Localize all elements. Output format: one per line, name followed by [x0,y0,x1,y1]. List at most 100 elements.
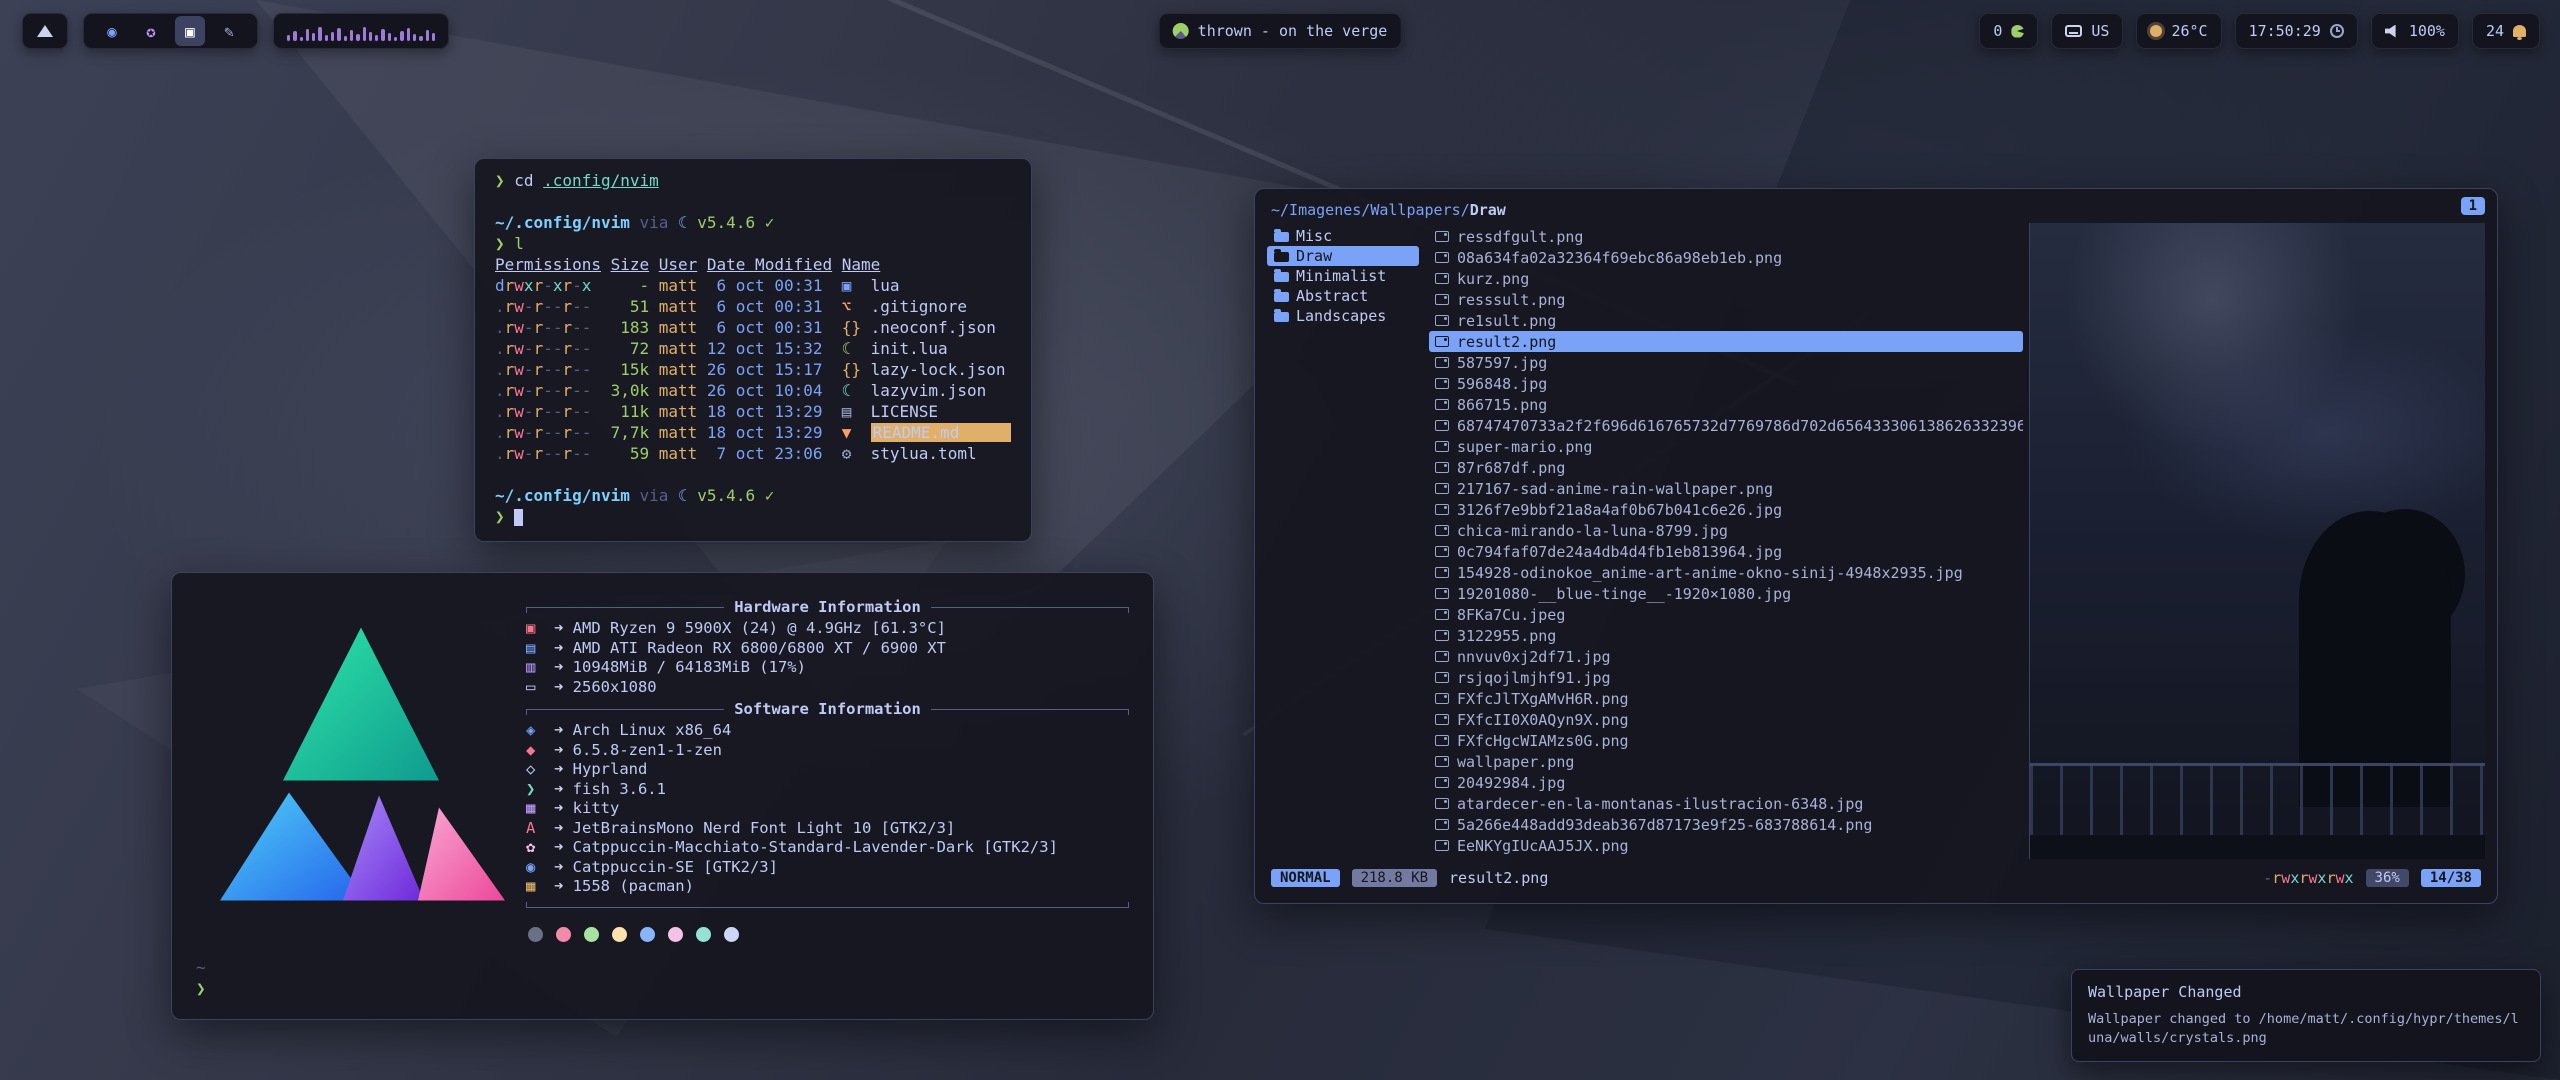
file-list-item[interactable]: 3122955.png [1429,625,2023,646]
file-size: - [601,276,649,295]
file-list-item[interactable]: resssult.png [1429,289,2023,310]
file-type-icon: ▣ [842,276,871,295]
ls-file-row: .rw-r--r-- 72 matt 12 oct 15:32 ☾ init.l… [495,339,1011,360]
workspace-switcher: ◉ ✪ ▣ ✎ [83,13,258,49]
folder-name: Minimalist [1296,267,1386,285]
file-name: 596848.jpg [1457,375,1547,393]
image-file-icon [1435,252,1449,263]
file-list-item[interactable]: rsjqojlmjhf91.jpg [1429,667,2023,688]
workspace-button[interactable]: ◉ [97,16,127,46]
workspace-button[interactable]: ✎ [214,16,244,46]
file-name: nnvuv0xj2df71.jpg [1457,648,1611,666]
sidebar-folder-item[interactable]: Minimalist [1267,266,1419,286]
spec-value: 10948MiB / 64183MiB (17%) [573,658,806,676]
image-file-icon [1435,546,1449,557]
workspace-button[interactable]: ▣ [175,16,205,46]
file-list-item[interactable]: 87r687df.png [1429,457,2023,478]
input-line[interactable]: ❯ [495,507,1011,528]
weather-pill[interactable]: 26°C [2136,13,2221,49]
spec-icon: ▭ [526,678,545,696]
file-list-item[interactable]: EeNKYgIUcAAJ5JX.png [1429,835,2023,856]
fetch-info-row: ▥ ➜ 10948MiB / 64183MiB (17%) [526,658,1129,678]
file-type-icon: {} [842,318,871,337]
file-name: 217167-sad-anime-rain-wallpaper.png [1457,480,1773,498]
file-list-item[interactable]: 3126f7e9bbf21a8a4af0b67b041c6e26.jpg [1429,499,2023,520]
file-type-icon: ⌥ [842,297,871,316]
spec-value: AMD ATI Radeon RX 6800/6800 XT / 6900 XT [573,639,946,657]
file-list-item[interactable]: 8FKa7Cu.jpeg [1429,604,2023,625]
file-list[interactable]: ressdfgult.png 08a634fa02a32364f69ebc86a… [1419,223,2029,859]
file-list-item[interactable]: 19201080-__blue-tinge__-1920×1080.jpg [1429,583,2023,604]
spec-icon: A [526,819,545,837]
file-list-item[interactable]: 68747470733a2f2f696d616765732d7769786d70… [1429,415,2023,436]
file-list-item[interactable]: 154928-odinokoe_anime-art-anime-okno-sin… [1429,562,2023,583]
sidebar-folder-item[interactable]: Draw [1267,246,1419,266]
ls-table-header: Permissions Size User Date Modified Name [495,255,1011,276]
clock-pill[interactable]: 17:50:29 [2235,13,2358,49]
cursor-position-badge: 14/38 [2421,869,2481,887]
file-list-item[interactable]: atardecer-en-la-montanas-ilustracion-634… [1429,793,2023,814]
file-list-item[interactable]: FXfcHgcWIAMzs0G.png [1429,730,2023,751]
launcher-button[interactable] [22,13,68,49]
file-list-item[interactable]: 596848.jpg [1429,373,2023,394]
lua-version: v5.4.6 [697,486,755,505]
file-name: 866715.png [1457,396,1547,414]
file-owner: matt [659,402,698,421]
fetch-info-row: ▤ ➜ AMD ATI Radeon RX 6800/6800 XT / 690… [526,639,1129,659]
image-file-icon [1435,462,1449,473]
file-list-item[interactable]: 217167-sad-anime-rain-wallpaper.png [1429,478,2023,499]
file-list-item[interactable]: kurz.png [1429,268,2023,289]
media-player-pill[interactable]: thrown - on the verge [1159,13,1402,49]
file-list-item[interactable]: FXfcII0X0AQyn9X.png [1429,709,2023,730]
software-section-header: Software Information [526,699,1129,719]
file-name: lazy-lock.json [871,360,1011,379]
file-manager-window: ~/Imagenes/Wallpapers/ Draw 1 Misc Draw … [1254,188,2498,904]
file-list-item[interactable]: re1sult.png [1429,310,2023,331]
visualizer [287,21,435,41]
volume-label: 100% [2409,22,2445,40]
file-list-item[interactable]: 20492984.jpg [1429,772,2023,793]
file-list-item[interactable]: 5a266e448add93deab367d87173e9f25-6837886… [1429,814,2023,835]
terminal-window-fetch[interactable]: Hardware Information ▣ ➜ AMD Ryzen 9 590… [171,572,1154,1020]
volume-pill[interactable]: 100% [2371,13,2459,49]
terminal-window-nvim-config[interactable]: ❯ cd .config/nvim ~/.config/nvim via ☾ v… [474,158,1032,542]
notifications-pill[interactable]: 24 [2472,13,2540,49]
ls-file-row: .rw-r--r-- 7,7k matt 18 oct 13:29 ▼ READ… [495,423,1011,444]
file-list-item[interactable]: 587597.jpg [1429,352,2023,373]
file-date: 7 oct 23:06 [707,444,832,463]
keyboard-layout-pill[interactable]: US [2051,13,2123,49]
preview-image [2029,223,2485,859]
keyboard-icon [2065,25,2082,37]
file-list-item[interactable]: 866715.png [1429,394,2023,415]
file-manager-body: Misc Draw Minimalist Abstract [1267,223,2485,859]
image-file-icon [1435,420,1449,431]
check-icon: ✓ [765,486,775,505]
image-file-icon [1435,735,1449,746]
sidebar-folder-item[interactable]: Abstract [1267,286,1419,306]
sidebar-folder-item[interactable]: Misc [1267,226,1419,246]
prompt-path: ~/.config/nvim [495,486,630,505]
notification-body: Wallpaper changed to /home/matt/.config/… [2088,1010,2524,1048]
file-name: resssult.png [1457,291,1565,309]
file-list-item[interactable]: result2.png [1429,331,2023,352]
file-list-item[interactable]: FXfcJlTXgAMvH6R.png [1429,688,2023,709]
command-line: ❯ cd .config/nvim [495,171,1011,192]
fetch-prompt[interactable]: ~ ❯ [196,958,1129,1000]
file-list-item[interactable]: 0c794faf07de24a4db4d4fb1eb813964.jpg [1429,541,2023,562]
file-list-item[interactable]: wallpaper.png [1429,751,2023,772]
sidebar-folder-item[interactable]: Landscapes [1267,306,1419,326]
file-name: lua [871,276,1011,295]
file-list-item[interactable]: ressdfgult.png [1429,226,2023,247]
notification-popup[interactable]: Wallpaper Changed Wallpaper changed to /… [2071,969,2541,1062]
spec-icon: ▤ [526,639,545,657]
file-list-item[interactable]: nnvuv0xj2df71.jpg [1429,646,2023,667]
file-list-item[interactable]: chica-mirando-la-luna-8799.jpg [1429,520,2023,541]
file-permissions: .rw-r--r-- [495,297,601,316]
file-list-item[interactable]: super-mario.png [1429,436,2023,457]
audio-visualizer-widget[interactable] [273,13,449,49]
image-file-icon [1435,588,1449,599]
updates-pill[interactable]: 0 [1979,13,2038,49]
spec-value: AMD Ryzen 9 5900X (24) @ 4.9GHz [61.3°C] [573,619,946,637]
file-list-item[interactable]: 08a634fa02a32364f69ebc86a98eb1eb.png [1429,247,2023,268]
workspace-button[interactable]: ✪ [136,16,166,46]
